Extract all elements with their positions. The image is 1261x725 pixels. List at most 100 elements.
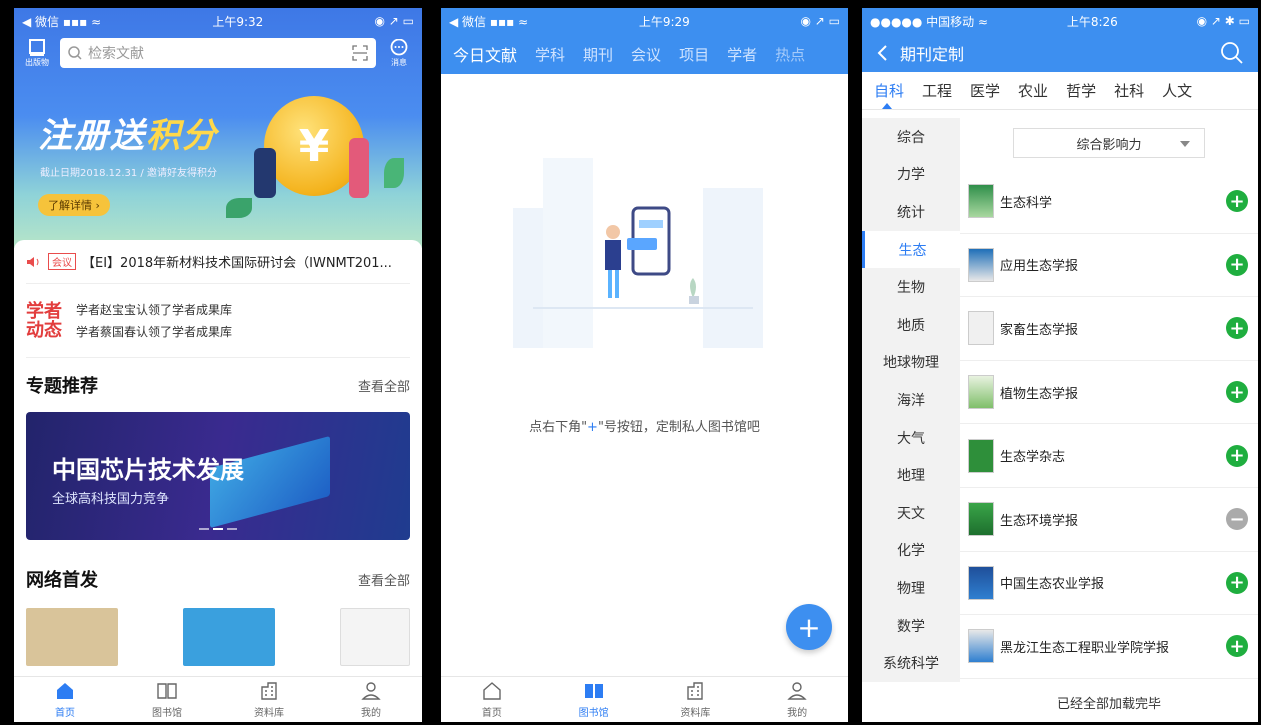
journal-row[interactable]: 应用生态学报 + bbox=[960, 234, 1258, 298]
subject-item[interactable]: 地球物理 bbox=[862, 344, 960, 382]
status-bar: ◀ 微信 ▪▪▪ ≈ 上午9:29 ◉ ↗ ▭ bbox=[441, 8, 848, 34]
journal-row[interactable]: 生态学杂志 + bbox=[960, 424, 1258, 488]
tab-database[interactable]: 资料库 bbox=[218, 677, 320, 722]
announcement-tag: 会议 bbox=[48, 253, 76, 270]
leaf-decoration bbox=[226, 198, 252, 218]
net-see-all-link[interactable]: 查看全部 bbox=[358, 570, 410, 589]
journal-cover bbox=[968, 565, 994, 600]
add-journal-button[interactable]: + bbox=[1226, 444, 1248, 467]
subject-item[interactable]: 地理 bbox=[862, 456, 960, 494]
add-fab-button[interactable]: + bbox=[786, 604, 832, 650]
tab-me[interactable]: 我的 bbox=[746, 677, 848, 722]
publisher-button[interactable]: 出版物 bbox=[22, 38, 52, 68]
search-icon[interactable] bbox=[1220, 41, 1244, 65]
tab-category[interactable]: 医学 bbox=[970, 80, 1000, 101]
topic-see-all-link[interactable]: 查看全部 bbox=[358, 376, 410, 395]
subject-item[interactable]: 力学 bbox=[862, 156, 960, 194]
journal-cover bbox=[968, 247, 994, 282]
tab-subject[interactable]: 学科 bbox=[535, 44, 565, 65]
net-section-header: 网络首发 查看全部 bbox=[26, 552, 410, 606]
journal-list: 综合影响力 生态科学 + 应用生态学报 + 家畜生态学报 + 植物生态学报 + … bbox=[960, 118, 1258, 682]
remove-journal-button[interactable]: − bbox=[1226, 508, 1248, 531]
tab-label: 我的 bbox=[787, 707, 808, 719]
journal-row[interactable]: 生态环境学报 − bbox=[960, 488, 1258, 552]
tab-scholar[interactable]: 学者 bbox=[727, 44, 757, 65]
tab-today[interactable]: 今日文献 bbox=[453, 42, 517, 66]
search-icon bbox=[68, 46, 82, 60]
add-journal-button[interactable]: + bbox=[1226, 317, 1248, 340]
subject-item[interactable]: 综合 bbox=[862, 118, 960, 156]
tab-hotspot[interactable]: 热点 bbox=[775, 44, 805, 65]
topic-banner[interactable]: 中国芯片技术发展 全球高科技国力竞争 bbox=[26, 412, 410, 540]
subject-item[interactable]: 统计 bbox=[862, 193, 960, 231]
add-journal-button[interactable]: + bbox=[1226, 381, 1248, 404]
subject-item[interactable]: 大气 bbox=[862, 419, 960, 457]
status-time: 上午9:29 bbox=[638, 14, 690, 29]
subject-item[interactable]: 天文 bbox=[862, 494, 960, 532]
subject-item[interactable]: 化学 bbox=[862, 532, 960, 570]
scholar-line: 学者蔡国春认领了学者成果库 bbox=[76, 324, 233, 339]
tab-me[interactable]: 我的 bbox=[320, 677, 422, 722]
bottom-tab-bar: 首页 图书馆 资料库 我的 bbox=[441, 676, 848, 722]
scan-icon[interactable] bbox=[352, 45, 368, 61]
add-journal-button[interactable]: + bbox=[1226, 253, 1248, 276]
add-journal-button[interactable]: + bbox=[1226, 635, 1248, 658]
tab-category[interactable]: 农业 bbox=[1018, 80, 1048, 101]
tab-conference[interactable]: 会议 bbox=[631, 44, 661, 65]
tab-library[interactable]: 图书馆 bbox=[543, 677, 645, 722]
topic-section-header: 专题推荐 查看全部 bbox=[26, 358, 410, 412]
leaf-decoration bbox=[384, 158, 404, 188]
search-input[interactable]: 检索文献 bbox=[60, 38, 376, 68]
book-cover[interactable] bbox=[340, 608, 410, 666]
subject-item[interactable]: 系统科学 bbox=[862, 644, 960, 682]
status-left: ◀ 微信 ▪▪▪ ≈ bbox=[449, 14, 529, 29]
tab-category[interactable]: 工程 bbox=[922, 80, 952, 101]
tab-category[interactable]: 自科 bbox=[874, 80, 904, 101]
topic-title: 专题推荐 bbox=[26, 376, 98, 397]
book-cover[interactable] bbox=[183, 608, 275, 666]
subject-item[interactable]: 物理 bbox=[862, 569, 960, 607]
book-cover[interactable] bbox=[26, 608, 118, 666]
title-bar: 期刊定制 bbox=[862, 34, 1258, 72]
journal-row[interactable]: 中国生态农业学报 + bbox=[960, 552, 1258, 616]
subject-item[interactable]: 生态 bbox=[862, 230, 960, 269]
tab-journal[interactable]: 期刊 bbox=[583, 44, 613, 65]
empty-text-a: 点右下角" bbox=[529, 420, 588, 435]
tab-project[interactable]: 项目 bbox=[679, 44, 709, 65]
tab-label: 资料库 bbox=[254, 707, 284, 719]
announcement-row[interactable]: 会议 【EI】2018年新材料技术国际研讨会（IWNMT201... bbox=[26, 240, 410, 284]
journal-row[interactable]: 生态科学 + bbox=[960, 170, 1258, 234]
journal-row[interactable]: 家畜生态学报 + bbox=[960, 297, 1258, 361]
scholar-logo-b: 动态 bbox=[26, 319, 62, 341]
chevron-down-icon bbox=[1180, 141, 1190, 147]
tab-database[interactable]: 资料库 bbox=[645, 677, 747, 722]
tab-label: 图书馆 bbox=[152, 707, 182, 719]
tab-category[interactable]: 哲学 bbox=[1066, 80, 1096, 101]
journal-name: 家畜生态学报 bbox=[1000, 322, 1079, 338]
message-label: 消息 bbox=[391, 57, 407, 67]
banner-details-button[interactable]: 了解详情 › bbox=[38, 194, 110, 216]
journal-row[interactable]: 植物生态学报 + bbox=[960, 361, 1258, 425]
journal-row[interactable]: 黑龙江生态工程职业学院学报 + bbox=[960, 615, 1258, 679]
add-journal-button[interactable]: + bbox=[1226, 190, 1248, 213]
tab-category[interactable]: 人文 bbox=[1162, 80, 1192, 101]
status-right: ◉ ↗ ▭ bbox=[374, 14, 415, 28]
tab-home[interactable]: 首页 bbox=[14, 677, 116, 722]
person-illustration bbox=[349, 138, 369, 198]
back-icon[interactable] bbox=[876, 44, 888, 62]
tab-home[interactable]: 首页 bbox=[441, 677, 543, 722]
tab-category[interactable]: 社科 bbox=[1114, 80, 1144, 101]
add-journal-button[interactable]: + bbox=[1226, 571, 1248, 594]
scholar-feed[interactable]: 学者 动态 学者赵宝宝认领了学者成果库 学者蔡国春认领了学者成果库 bbox=[26, 284, 410, 358]
subject-item[interactable]: 海洋 bbox=[862, 381, 960, 419]
subject-item[interactable]: 数学 bbox=[862, 607, 960, 645]
sort-dropdown[interactable]: 综合影响力 bbox=[1013, 128, 1205, 158]
topic-banner-title: 中国芯片技术发展 bbox=[52, 456, 244, 484]
subject-item[interactable]: 生物 bbox=[862, 268, 960, 306]
banner-title[interactable]: 注册送积分 bbox=[38, 108, 218, 157]
status-right: ◉ ↗ ▭ bbox=[800, 14, 841, 28]
message-button[interactable]: 消息 bbox=[384, 38, 414, 68]
journal-cover bbox=[968, 184, 994, 219]
subject-item[interactable]: 地质 bbox=[862, 306, 960, 344]
tab-library[interactable]: 图书馆 bbox=[116, 677, 218, 722]
